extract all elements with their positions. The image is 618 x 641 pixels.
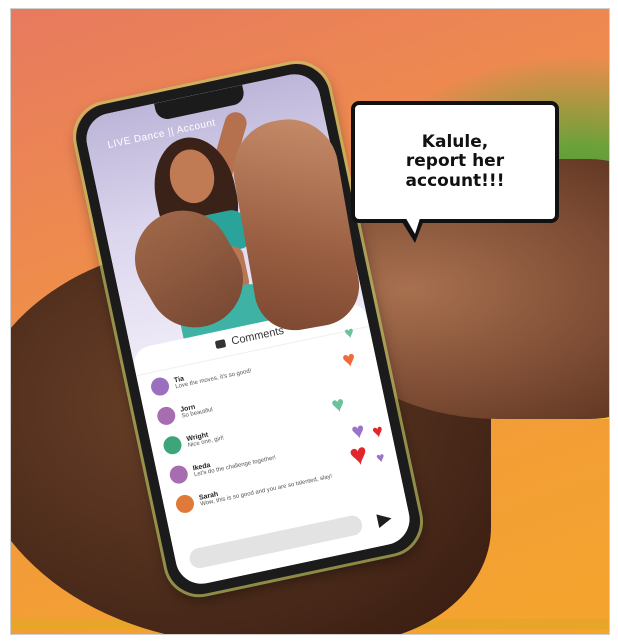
avatar — [149, 375, 171, 398]
comments-header-label: Comments — [230, 324, 285, 348]
avatar — [168, 463, 190, 486]
avatar — [155, 405, 177, 427]
send-icon[interactable] — [376, 511, 393, 529]
speech-bubble-tail-inner — [404, 215, 421, 234]
speech-bubble: Kalule, report her account!!! — [351, 101, 559, 223]
avatar — [161, 434, 184, 456]
avatar — [174, 493, 196, 515]
comment-icon — [215, 339, 227, 349]
comments-panel: Comments Tia Love the moves, it's so goo… — [130, 298, 415, 589]
comic-panel: LIVE Dance || Account ♥ ♥ Comments — [10, 8, 610, 635]
